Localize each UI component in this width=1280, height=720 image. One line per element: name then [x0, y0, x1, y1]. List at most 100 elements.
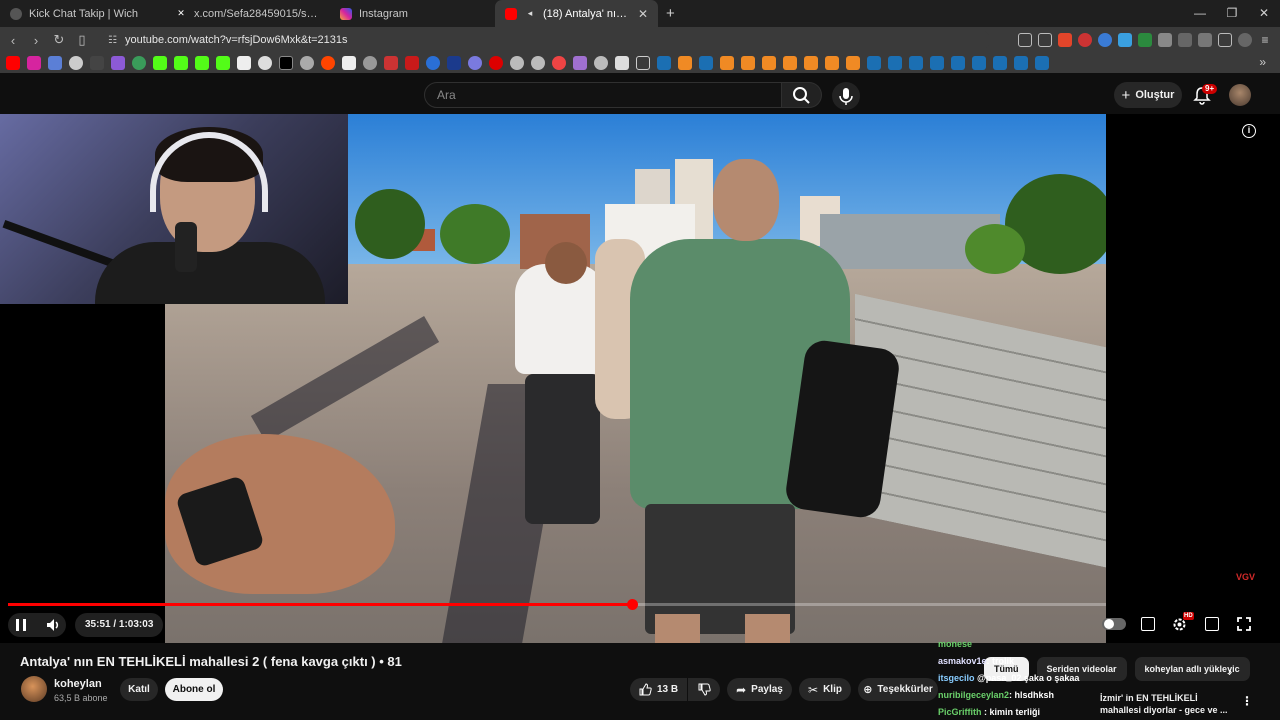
chevron-right-icon[interactable]: ›	[1228, 664, 1232, 679]
sidebar-icon[interactable]	[1218, 33, 1232, 47]
bookmark-icon[interactable]	[237, 56, 251, 70]
suggested-video-title[interactable]: İzmir' in EN TEHLİKELİ mahallesi diyorla…	[1100, 692, 1232, 716]
bookmark-icon[interactable]	[552, 56, 566, 70]
bookmark-icon[interactable]	[90, 56, 104, 70]
share-icon[interactable]	[1038, 33, 1052, 47]
bookmark-icon[interactable]	[111, 56, 125, 70]
close-tab-icon[interactable]: ✕	[638, 7, 648, 21]
extension-icon[interactable]	[1158, 33, 1172, 47]
extension-icon[interactable]	[1098, 33, 1112, 47]
clip-button[interactable]: ✂ Klip	[799, 678, 851, 701]
kick-bookmark-icon[interactable]	[153, 56, 167, 70]
bookmark-icon[interactable]	[762, 56, 776, 70]
reload-button[interactable]: ↻	[49, 32, 69, 48]
bookmark-icon[interactable]	[258, 56, 272, 70]
search-button[interactable]	[782, 82, 822, 108]
pause-icon[interactable]	[14, 618, 28, 632]
subtitles-icon[interactable]	[1141, 617, 1155, 631]
bookmark-icon[interactable]	[426, 56, 440, 70]
bookmark-icon[interactable]	[342, 56, 356, 70]
bookmark-icon[interactable]	[615, 56, 629, 70]
tab-x-status[interactable]: ✕ x.com/Sefa28459015/status/1627250	[165, 0, 330, 27]
folder-icon[interactable]	[636, 56, 650, 70]
bookmark-icon[interactable]	[489, 56, 503, 70]
more-options-icon[interactable]: ⋮	[1241, 694, 1253, 708]
url-field[interactable]: ☷ youtube.com/watch?v=rfsjDow6Mxk&t=2131…	[100, 30, 990, 50]
thanks-button[interactable]: ⊕ Teşekkürler	[858, 678, 938, 701]
bookmark-icon[interactable]	[594, 56, 608, 70]
bookmark-icon[interactable]	[447, 56, 461, 70]
tab-instagram[interactable]: Instagram	[330, 0, 495, 27]
miniplayer-icon[interactable]	[1205, 617, 1219, 631]
forward-button[interactable]: ›	[26, 33, 46, 48]
x-bookmark-icon[interactable]	[279, 56, 293, 70]
cast-icon[interactable]	[1018, 33, 1032, 47]
steam-bookmark-icon[interactable]	[930, 56, 944, 70]
site-info-icon[interactable]: ☷	[108, 35, 117, 46]
volume-icon[interactable]	[46, 618, 62, 632]
steam-bookmark-icon[interactable]	[699, 56, 713, 70]
bookmark-icon[interactable]	[468, 56, 482, 70]
autoplay-toggle[interactable]	[1102, 618, 1126, 630]
create-button[interactable]: + Oluştur	[1114, 82, 1182, 108]
progress-knob[interactable]	[627, 599, 638, 610]
steam-bookmark-icon[interactable]	[951, 56, 965, 70]
steam-bookmark-icon[interactable]	[909, 56, 923, 70]
kick-bookmark-icon[interactable]	[174, 56, 188, 70]
tab-youtube[interactable]: ◂ (18) Antalya' nın EN TEHLİKEL ✕	[495, 0, 658, 27]
info-icon[interactable]: i	[1242, 124, 1256, 138]
steam-bookmark-icon[interactable]	[1035, 56, 1049, 70]
bookmark-icon[interactable]	[720, 56, 734, 70]
subscribe-button[interactable]: Abone ol	[165, 678, 223, 701]
kick-bookmark-icon[interactable]	[195, 56, 209, 70]
search-input[interactable]: Ara	[424, 82, 782, 108]
steam-bookmark-icon[interactable]	[657, 56, 671, 70]
brave-shield-icon[interactable]	[1058, 33, 1072, 47]
dislike-button[interactable]	[688, 678, 720, 701]
bookmark-icon[interactable]	[405, 56, 419, 70]
steam-bookmark-icon[interactable]	[972, 56, 986, 70]
bookmark-icon[interactable]	[573, 56, 587, 70]
back-button[interactable]: ‹	[3, 33, 23, 48]
bookmark-icon[interactable]	[783, 56, 797, 70]
share-button[interactable]: ➦ Paylaş	[727, 678, 792, 701]
extension-icon[interactable]	[1138, 33, 1152, 47]
maximize-button[interactable]: ❐	[1216, 0, 1248, 27]
extension-icon[interactable]	[1118, 33, 1132, 47]
join-button[interactable]: Katıl	[120, 678, 158, 701]
bookmark-icon[interactable]	[825, 56, 839, 70]
steam-bookmark-icon[interactable]	[993, 56, 1007, 70]
bookmark-icon[interactable]	[132, 56, 146, 70]
fullscreen-icon[interactable]	[1237, 617, 1251, 631]
steam-bookmark-icon[interactable]	[867, 56, 881, 70]
menu-icon[interactable]: ≡	[1258, 33, 1272, 47]
extension-icon[interactable]	[1078, 33, 1092, 47]
account-avatar[interactable]	[1229, 84, 1251, 106]
bookmark-icon[interactable]	[363, 56, 377, 70]
bookmark-icon[interactable]	[510, 56, 524, 70]
bookmark-icon[interactable]	[384, 56, 398, 70]
video-player[interactable]: i VGV 35:51 / 1:03:03 HD	[0, 114, 1280, 643]
minimize-button[interactable]: —	[1184, 0, 1216, 27]
steam-bookmark-icon[interactable]	[1014, 56, 1028, 70]
more-bookmarks-icon[interactable]: »	[1259, 55, 1266, 69]
like-button[interactable]: 13 B	[630, 678, 687, 701]
bookmark-icon[interactable]	[804, 56, 818, 70]
media-icon[interactable]	[1238, 33, 1252, 47]
bookmark-icon[interactable]: ▯	[72, 32, 92, 48]
bookmark-icon[interactable]	[300, 56, 314, 70]
bookmark-icon[interactable]	[678, 56, 692, 70]
bookmark-icon[interactable]	[69, 56, 83, 70]
bookmark-icon[interactable]	[531, 56, 545, 70]
new-tab-button[interactable]: +	[658, 5, 683, 22]
extension-icon[interactable]	[1178, 33, 1192, 47]
voice-search-button[interactable]	[832, 82, 860, 110]
reddit-bookmark-icon[interactable]	[321, 56, 335, 70]
kick-bookmark-icon[interactable]	[216, 56, 230, 70]
instagram-bookmark-icon[interactable]	[27, 56, 41, 70]
channel-avatar[interactable]	[21, 676, 47, 702]
bookmark-icon[interactable]	[741, 56, 755, 70]
close-window-button[interactable]: ✕	[1248, 0, 1280, 27]
puzzle-icon[interactable]	[1198, 33, 1212, 47]
tab-kick-chat[interactable]: Kick Chat Takip | Wich	[0, 0, 165, 27]
